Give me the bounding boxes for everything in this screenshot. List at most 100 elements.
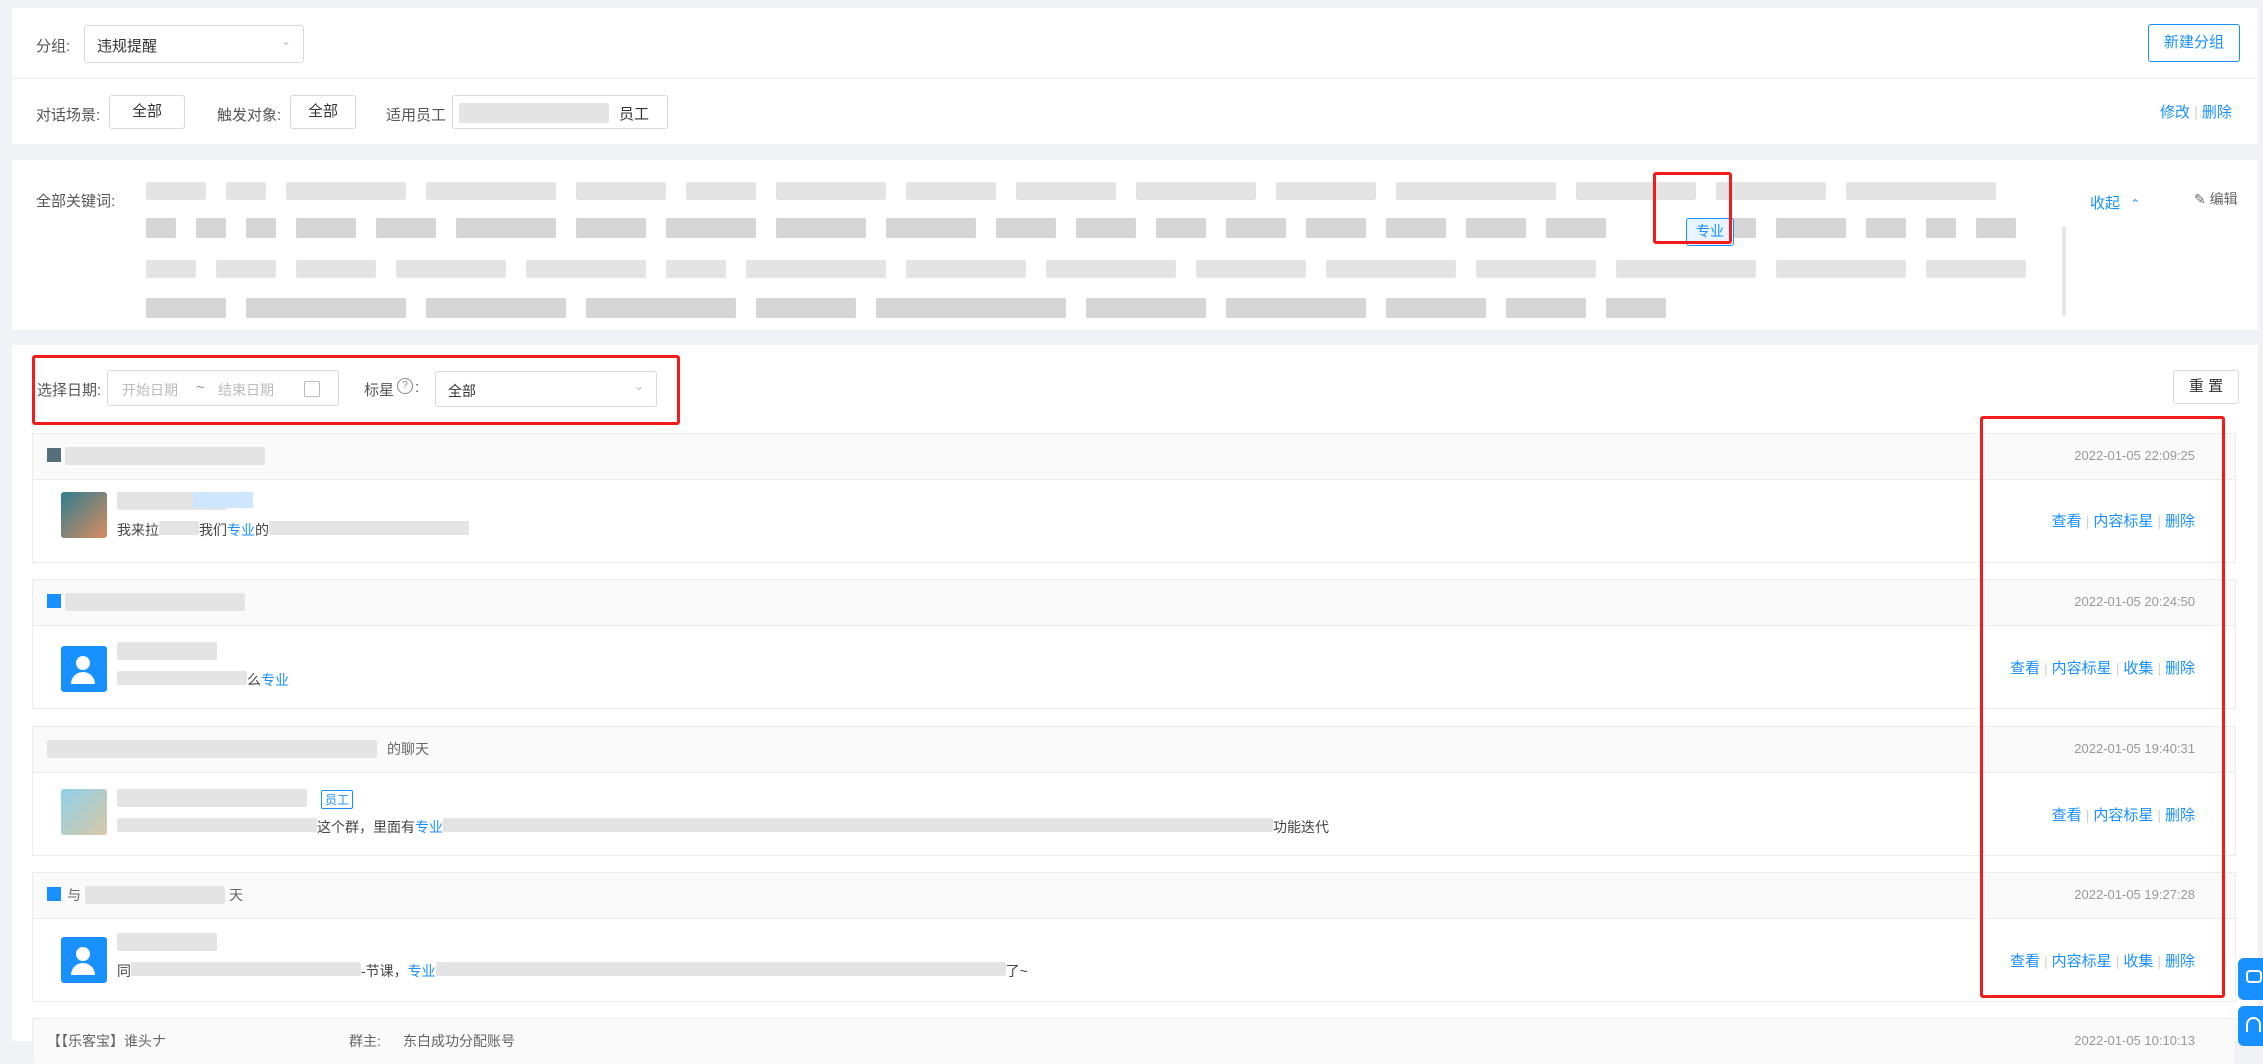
reset-button-label: 重 置 <box>2188 378 2224 395</box>
keyword-cloud: 专业 <box>136 174 2052 324</box>
redacted-text <box>269 521 469 535</box>
redacted-keyword <box>686 182 756 200</box>
redacted-keyword <box>1476 260 1596 278</box>
redacted-keyword <box>1926 218 1956 238</box>
redacted-keyword <box>576 182 666 200</box>
avatar <box>61 492 107 538</box>
redacted-keyword <box>1326 260 1456 278</box>
redacted-keyword <box>906 182 996 200</box>
message-suffix: 的 <box>255 522 269 538</box>
chat-record-partial: 【【乐客宝】谁头ナ 群主: 东白成功分配账号 2022-01-05 10:10:… <box>32 1018 2236 1064</box>
group-select-value: 违规提醒 <box>97 38 158 55</box>
chat-record: 与 天 2022-01-05 19:27:28 同 -节课，专业 了~ 查看 | 内容标… <box>32 872 2236 1002</box>
scene-value-box[interactable]: 全部 <box>109 95 185 129</box>
message-text: 我来拉 我们专业的 <box>117 520 469 540</box>
redacted-chat-title <box>65 447 265 465</box>
trigger-value-box[interactable]: 全部 <box>290 95 356 129</box>
redacted-text <box>117 818 317 832</box>
redacted-keyword <box>1226 298 1366 318</box>
message-text: 同 -节课，专业 了~ <box>117 961 1028 981</box>
redacted-keyword <box>1616 260 1756 278</box>
message-mid: -节课， <box>361 963 408 979</box>
staff-tag: 员工 <box>321 790 354 809</box>
person-icon-body <box>71 963 95 975</box>
chat-record-header: 2022-01-05 22:09:25 <box>33 434 2235 480</box>
owner-name: 东白成功分配账号 <box>403 1033 515 1049</box>
edit-link[interactable]: 修改 <box>2160 104 2190 121</box>
filter-highlight-frame <box>32 355 680 425</box>
redacted-keyword <box>376 218 436 238</box>
message-prefix: 同 <box>117 963 131 979</box>
chat-record-header: 【【乐客宝】谁头ナ 群主: 东白成功分配账号 2022-01-05 10:10:… <box>33 1019 2235 1064</box>
redacted-keyword <box>426 182 556 200</box>
redacted-keyword <box>396 260 506 278</box>
chat-support-button[interactable] <box>2238 958 2263 1000</box>
group-select[interactable]: 违规提醒 ⌄ <box>84 25 304 63</box>
keywords-edit-label: 编辑 <box>2209 191 2238 207</box>
group-label: 分组: <box>36 38 71 55</box>
redacted-keyword <box>1506 298 1586 318</box>
keywords-edit[interactable]: ✎ 编辑 <box>2194 189 2238 209</box>
redacted-sender <box>117 642 217 660</box>
chat-record-header: 与 天 2022-01-05 19:27:28 <box>33 873 2235 919</box>
keywords-label: 全部关键词: <box>36 193 116 210</box>
redacted-keyword <box>756 298 856 318</box>
pencil-icon: ✎ <box>2194 191 2206 207</box>
avatar <box>61 789 107 835</box>
delete-link[interactable]: 删除 <box>2202 104 2232 121</box>
redacted-keyword <box>1776 260 1906 278</box>
actions-highlight-frame <box>1980 416 2225 998</box>
redacted-text <box>117 671 247 685</box>
chat-record-header: 2022-01-05 20:24:50 <box>33 580 2235 626</box>
collapse-toggle[interactable]: 收起 ⌃ <box>2090 192 2140 213</box>
redacted-staff <box>459 103 609 123</box>
staff-value-box[interactable]: 员工 <box>452 95 668 129</box>
redacted-keyword <box>1226 218 1286 238</box>
redacted-keyword <box>246 298 406 318</box>
message-suffix: 了~ <box>1005 963 1028 979</box>
redacted-keyword <box>1046 260 1176 278</box>
message-prefix: 我来拉 <box>117 522 159 538</box>
person-icon <box>76 947 90 961</box>
group-actions: 修改 | 删除 <box>2160 101 2232 122</box>
chat-record: 2022-01-05 22:09:25 我来拉 我们专业的 查看 | 内容标星 | 删除 <box>32 433 2236 563</box>
headset-support-button[interactable] <box>2238 1006 2263 1046</box>
redacted-keyword <box>666 260 726 278</box>
scene-label: 对话场景: <box>36 107 101 124</box>
redacted-keyword <box>1716 182 1826 200</box>
redacted-keyword <box>1076 218 1136 238</box>
reset-button[interactable]: 重 置 <box>2173 370 2239 404</box>
message-mid: 我们 <box>199 522 227 538</box>
redacted-text <box>159 521 199 535</box>
chevron-down-icon: ⌄ <box>280 34 291 48</box>
redacted-keyword <box>426 298 566 318</box>
staff-value-suffix: 员工 <box>619 106 650 123</box>
redacted-keyword <box>196 218 226 238</box>
redacted-keyword <box>746 260 886 278</box>
page-scrollbar[interactable] <box>2258 345 2263 1041</box>
group-panel: 分组: 违规提醒 ⌄ 新建分组 对话场景: 全部 触发对象: 全部 适用员工 员… <box>12 8 2258 144</box>
redacted-keyword <box>1866 218 1906 238</box>
person-icon <box>76 656 90 670</box>
message-prefix: 这个群，里面有 <box>317 819 415 835</box>
redacted-keyword <box>1846 182 1996 200</box>
keywords-scrollbar[interactable] <box>2062 226 2066 316</box>
redacted-keyword <box>996 218 1056 238</box>
redacted-keyword <box>246 218 276 238</box>
redacted-keyword <box>1276 182 1376 200</box>
divider <box>12 78 2258 79</box>
redacted-keyword <box>526 260 646 278</box>
keyword-highlight: 专业 <box>261 672 289 688</box>
redacted-keyword <box>226 182 266 200</box>
redacted-keyword <box>1926 260 2026 278</box>
redacted-keyword <box>1546 218 1606 238</box>
redacted-keyword <box>1156 218 1206 238</box>
new-group-button[interactable]: 新建分组 <box>2148 24 2240 62</box>
action-separator: | <box>2194 104 2198 121</box>
redacted-keyword <box>296 218 356 238</box>
owner-label: 群主: <box>349 1033 381 1049</box>
user-chat-icon <box>47 887 61 901</box>
keywords-panel: 全部关键词: 专业 收起 ⌃ ✎ 编辑 <box>12 160 2258 330</box>
redacted-keyword <box>666 218 756 238</box>
chevron-up-icon: ⌃ <box>2130 197 2141 211</box>
